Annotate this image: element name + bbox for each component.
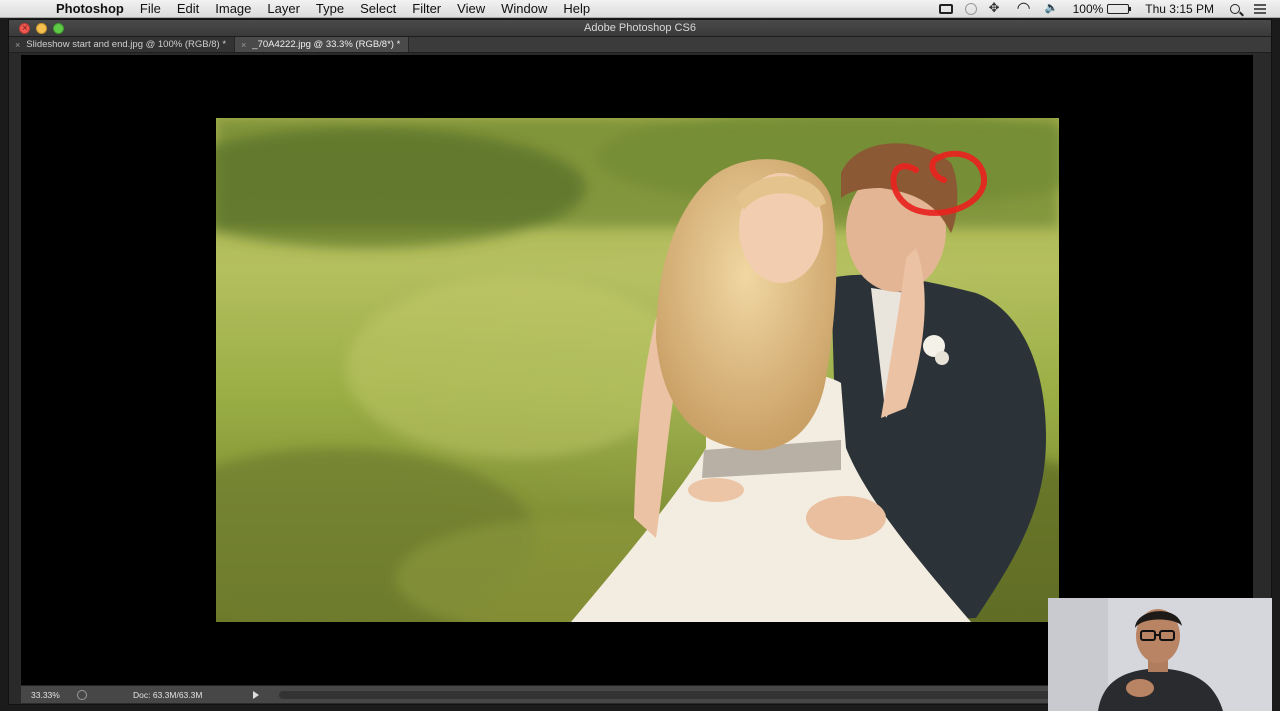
menubar-status-area: 100% Thu 3:15 PM [938, 0, 1280, 18]
close-tab-icon[interactable]: × [15, 40, 20, 50]
battery-icon[interactable] [1107, 4, 1132, 14]
presenter-video-image [1048, 598, 1272, 711]
menu-filter[interactable]: Filter [404, 1, 449, 16]
zoom-level[interactable]: 33.33% [21, 690, 69, 700]
close-window-button[interactable] [19, 20, 30, 37]
window-title: Adobe Photoshop CS6 [584, 22, 696, 34]
minimize-window-button[interactable] [36, 23, 47, 34]
wifi-icon[interactable] [1017, 0, 1033, 18]
battery-percent: 100% [1072, 2, 1104, 16]
menu-window[interactable]: Window [493, 1, 555, 16]
menu-edit[interactable]: Edit [169, 1, 207, 16]
webcam-overlay [1048, 598, 1272, 711]
notification-center-icon[interactable] [1254, 4, 1266, 14]
tab-slideshow-start-and-end[interactable]: × Slideshow start and end.jpg @ 100% (RG… [9, 37, 236, 52]
wedding-photo-image [216, 118, 1059, 622]
menu-select[interactable]: Select [352, 1, 404, 16]
menu-layer[interactable]: Layer [259, 1, 308, 16]
menu-file[interactable]: File [132, 1, 169, 16]
status-options-icon[interactable] [77, 689, 87, 700]
menu-view[interactable]: View [449, 1, 493, 16]
window-titlebar: Adobe Photoshop CS6 [9, 20, 1271, 37]
tab-label: Slideshow start and end.jpg @ 100% (RGB/… [26, 39, 227, 50]
tab-label: _70A4222.jpg @ 33.3% (RGB/8*) * [252, 39, 401, 50]
tab-70a4222[interactable]: × _70A4222.jpg @ 33.3% (RGB/8*) * [235, 37, 410, 52]
move-icon[interactable] [989, 0, 1005, 16]
zoom-window-button[interactable] [53, 23, 64, 34]
menu-type[interactable]: Type [308, 1, 352, 16]
menu-help[interactable]: Help [555, 1, 598, 16]
doc-size-info: Doc: 63.3M/63.3M [133, 689, 203, 700]
time-machine-icon[interactable] [964, 3, 977, 15]
document-tabbar: × Slideshow start and end.jpg @ 100% (RG… [9, 37, 1271, 53]
spotlight-search-icon[interactable] [1230, 4, 1240, 14]
volume-icon[interactable] [1045, 1, 1061, 15]
wedding-photo-canvas[interactable] [216, 118, 1059, 622]
mac-menubar: Photoshop File Edit Image Layer Type Sel… [0, 0, 1280, 18]
status-menu-arrow-icon[interactable] [253, 690, 259, 699]
screen-record-icon[interactable] [938, 4, 953, 14]
menu-app-photoshop[interactable]: Photoshop [50, 1, 132, 16]
menubar-clock[interactable]: Thu 3:15 PM [1145, 2, 1214, 16]
document-canvas-area[interactable] [21, 55, 1253, 685]
close-tab-icon[interactable]: × [241, 40, 246, 50]
menu-image[interactable]: Image [207, 1, 259, 16]
